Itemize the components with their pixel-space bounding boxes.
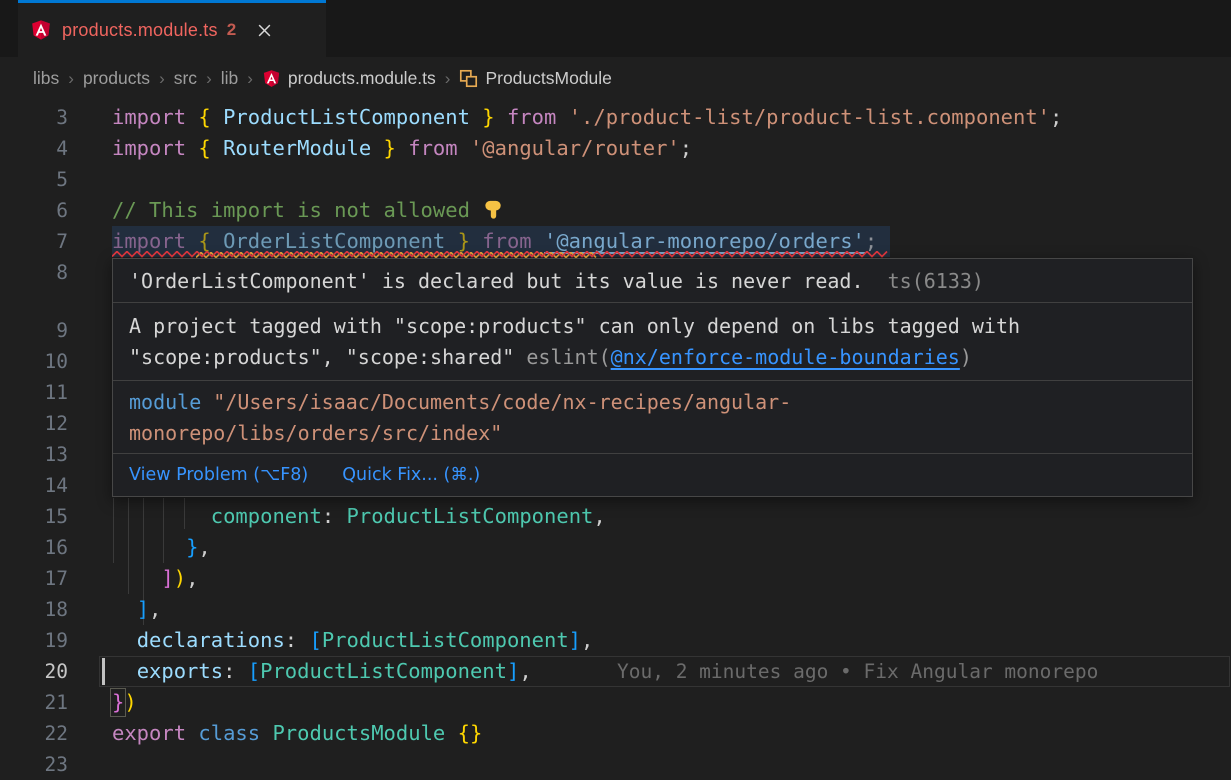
- code-line-22[interactable]: 22 export class ProductsModule {}: [0, 718, 1231, 749]
- angular-icon: [30, 19, 52, 41]
- breadcrumb-file[interactable]: products.module.ts: [262, 68, 436, 89]
- line-number: 16: [0, 532, 68, 563]
- chevron-right-icon: ›: [206, 69, 212, 89]
- line-number: 13: [0, 439, 68, 470]
- error-squiggle: [112, 251, 890, 258]
- ts-error-code: ts(6133): [876, 269, 984, 293]
- code-text: // This import is not allowed: [112, 195, 505, 226]
- line-number: 23: [0, 749, 68, 780]
- code-text: import { ProductListComponent } from './…: [112, 102, 1062, 133]
- code-text: import { RouterModule } from '@angular/r…: [112, 133, 692, 164]
- eslint-error-message: A project tagged with "scope:products" c…: [113, 303, 1192, 381]
- class-symbol-icon: [459, 69, 478, 88]
- code-line-6[interactable]: 6 // This import is not allowed: [0, 195, 1231, 226]
- chevron-right-icon: ›: [247, 69, 253, 89]
- close-icon[interactable]: [252, 18, 276, 42]
- code-line-7[interactable]: 7import { OrderListComponent } from '@an…: [0, 226, 1231, 257]
- code-line-17[interactable]: 17 ]),: [0, 563, 1231, 594]
- code-text: ]),: [112, 563, 198, 594]
- git-blame-annotation: You, 2 minutes ago • Fix Angular monorep…: [617, 656, 1098, 687]
- breadcrumb-symbol[interactable]: ProductsModule: [459, 68, 611, 89]
- angular-icon: [262, 69, 281, 88]
- line-number: 19: [0, 625, 68, 656]
- code-line-21[interactable]: 21}): [0, 687, 1231, 718]
- code-text: ],: [112, 594, 161, 625]
- line-number: 15: [0, 501, 68, 532]
- tab-bar: products.module.ts 2: [0, 0, 1231, 57]
- line-number: 17: [0, 563, 68, 594]
- line-number: 18: [0, 594, 68, 625]
- tab-error-count-badge: 2: [227, 20, 236, 40]
- error-hover-popup: 'OrderListComponent' is declared but its…: [112, 258, 1193, 497]
- breadcrumb-libs[interactable]: libs: [33, 68, 59, 89]
- breadcrumb-products[interactable]: products: [83, 68, 150, 89]
- code-line-3[interactable]: 3 import { ProductListComponent } from '.…: [0, 102, 1231, 133]
- line-number: 22: [0, 718, 68, 749]
- chevron-right-icon: ›: [159, 69, 165, 89]
- line-number: 4: [0, 133, 68, 164]
- code-text: declarations: [ProductListComponent],: [112, 625, 593, 656]
- code-text: }): [112, 687, 137, 718]
- line-number: 11: [0, 377, 68, 408]
- eslint-rule-link[interactable]: @nx/enforce-module-boundaries: [611, 345, 960, 369]
- line-number: 6: [0, 195, 68, 226]
- breadcrumb-src[interactable]: src: [174, 68, 197, 89]
- line-number: 20: [0, 656, 68, 687]
- code-line-23[interactable]: 23: [0, 749, 1231, 780]
- pointing-down-hand-icon: [482, 198, 505, 222]
- code-line-5[interactable]: 5: [0, 164, 1231, 195]
- quick-fix-action[interactable]: Quick Fix... (⌘.): [342, 465, 480, 485]
- line-number: 14: [0, 470, 68, 501]
- hover-action-bar: View Problem (⌥F8) Quick Fix... (⌘.): [113, 453, 1192, 496]
- line-number: 21: [0, 687, 68, 718]
- code-text: export class ProductsModule {}: [112, 718, 482, 749]
- code-line-15[interactable]: 15 component: ProductListComponent,: [0, 501, 1231, 532]
- code-line-18[interactable]: 18 ],: [0, 594, 1231, 625]
- breadcrumb: libs › products › src › lib › products.m…: [0, 57, 1231, 100]
- tab-products-module[interactable]: products.module.ts 2: [18, 0, 326, 57]
- view-problem-action[interactable]: View Problem (⌥F8): [129, 465, 308, 485]
- line-number: 8: [0, 257, 68, 288]
- text-cursor: [102, 658, 105, 685]
- line-number: 7: [0, 226, 68, 257]
- line-number: 9: [0, 315, 68, 346]
- code-line-4[interactable]: 4 import { RouterModule } from '@angular/…: [0, 133, 1231, 164]
- line-number: 12: [0, 408, 68, 439]
- code-line-19[interactable]: 19 declarations: [ProductListComponent],: [0, 625, 1231, 656]
- code-text: },: [112, 532, 211, 563]
- line-number: 5: [0, 164, 68, 195]
- code-editor[interactable]: 3 import { ProductListComponent } from '.…: [0, 100, 1231, 780]
- chevron-right-icon: ›: [68, 69, 74, 89]
- code-text: component: ProductListComponent,: [112, 501, 606, 532]
- line-number: 3: [0, 102, 68, 133]
- ts-error-message: 'OrderListComponent' is declared but its…: [113, 259, 1192, 303]
- code-text: exports: [ProductListComponent],: [112, 656, 532, 687]
- module-path-message: module "/Users/isaac/Documents/code/nx-r…: [113, 381, 1192, 453]
- chevron-right-icon: ›: [445, 69, 451, 89]
- code-line-16[interactable]: 16 },: [0, 532, 1231, 563]
- breadcrumb-lib[interactable]: lib: [221, 68, 239, 89]
- tab-title: products.module.ts: [62, 20, 218, 41]
- line-number: 10: [0, 346, 68, 377]
